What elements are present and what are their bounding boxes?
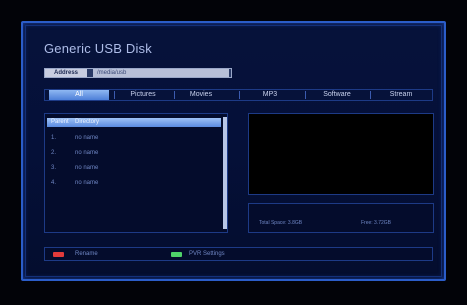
tab-divider <box>370 91 371 99</box>
tab-all[interactable]: All <box>49 90 109 100</box>
total-space-text: Total Space: 3.8GB <box>259 220 303 226</box>
address-value[interactable]: /media/usb <box>93 69 229 77</box>
file-list: Parent Directory 1. no name 2. no name 3… <box>44 113 228 233</box>
list-item[interactable]: 1. no name <box>47 134 221 143</box>
disk-info-box: Total Space: 3.8GB Free: 3.72GB <box>248 203 434 233</box>
tab-divider <box>239 91 240 99</box>
rename-label[interactable]: Rename <box>75 250 98 259</box>
tab-pictures[interactable]: Pictures <box>117 90 169 100</box>
tab-stream[interactable]: Stream <box>373 90 429 100</box>
list-item-name: no name <box>75 150 99 156</box>
pvr-settings-label[interactable]: PVR Settings <box>189 250 225 259</box>
page-title: Generic USB Disk <box>44 41 152 56</box>
list-item-name: no name <box>75 165 99 171</box>
preview-pane <box>248 113 434 195</box>
list-item-number: 1. <box>51 135 57 141</box>
address-label: Address <box>45 69 87 77</box>
scrollbar-thumb[interactable] <box>223 117 227 229</box>
list-item-number: 4. <box>51 180 57 186</box>
list-item[interactable]: 4. no name <box>47 179 221 188</box>
footer-bar: Rename PVR Settings <box>44 247 433 261</box>
tab-divider <box>174 91 175 99</box>
tab-divider <box>114 91 115 99</box>
list-item-number: 3. <box>51 165 57 171</box>
red-key-icon <box>53 252 64 257</box>
list-item[interactable]: 3. no name <box>47 164 221 173</box>
list-item-name: no name <box>75 135 99 141</box>
list-item-name: Directory <box>75 119 100 125</box>
list-item[interactable]: 2. no name <box>47 149 221 158</box>
address-bar[interactable]: Address /media/usb <box>44 68 232 78</box>
filter-tabs: All Pictures Movies MP3 Software Stream <box>44 89 433 101</box>
list-item-number: 2. <box>51 150 57 156</box>
green-key-icon <box>171 252 182 257</box>
list-item-name: no name <box>75 180 99 186</box>
tab-divider <box>305 91 306 99</box>
list-item-number: Parent <box>51 119 69 125</box>
tab-software[interactable]: Software <box>308 90 366 100</box>
list-item[interactable]: Parent Directory <box>47 118 221 127</box>
tab-movies[interactable]: Movies <box>177 90 225 100</box>
tab-mp3[interactable]: MP3 <box>242 90 298 100</box>
free-space-text: Free: 3.72GB <box>361 220 392 226</box>
